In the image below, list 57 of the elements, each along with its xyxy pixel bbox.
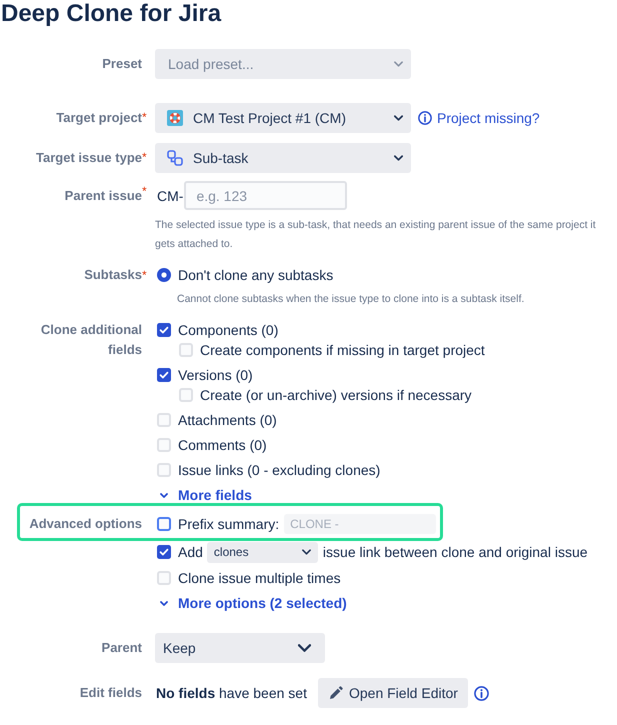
checkbox[interactable] xyxy=(157,323,171,337)
project-missing-link[interactable]: Project missing? xyxy=(437,110,540,126)
checkbox-label: Clone issue multiple times xyxy=(178,569,341,588)
checkbox[interactable] xyxy=(157,545,171,559)
checkbox-label: Create components if missing in target project xyxy=(200,341,485,360)
chevron-down-icon xyxy=(298,644,311,652)
checkbox-label: Attachments (0) xyxy=(178,411,277,430)
checkbox-label: Prefix summary: xyxy=(178,515,280,534)
issue-key-prefix: CM- xyxy=(157,188,184,204)
chevron-down-icon xyxy=(160,600,168,606)
required-mark: * xyxy=(142,267,148,284)
prefix-input[interactable]: CLONE - xyxy=(284,514,436,534)
checkbox-label: Versions (0) xyxy=(178,366,253,385)
chevron-down-icon xyxy=(160,492,168,498)
lifebuoy-icon xyxy=(167,110,183,126)
field-label: Parent xyxy=(102,639,142,657)
info-icon xyxy=(474,686,489,700)
field-label: Target issue type xyxy=(36,149,142,167)
help-text: The selected issue type is a sub-task, that needs an existing parent issue of the same project it gets attached to. xyxy=(155,218,597,252)
checkbox-label: Create (or un-archive) versions if necessary xyxy=(200,386,472,405)
field-label: Target project xyxy=(56,109,142,127)
field-label: Parent issue xyxy=(64,186,142,204)
more-options-link[interactable]: More options (2 selected) xyxy=(155,595,347,611)
field-label: Preset xyxy=(102,55,142,73)
chevron-down-icon xyxy=(302,549,311,555)
parent-select[interactable]: Keep xyxy=(155,633,325,663)
checkbox-label: Comments (0) xyxy=(178,436,267,455)
radio-button[interactable] xyxy=(157,268,171,282)
chevron-down-icon xyxy=(394,61,403,67)
issue-type-select[interactable]: Sub-task xyxy=(155,143,411,173)
status-text: No fields have been set xyxy=(156,685,307,701)
field-label: Advanced options xyxy=(29,515,142,533)
help-text: Cannot clone subtasks when the issue type to clone into is a subtask itself. xyxy=(176,292,524,307)
pencil-icon xyxy=(328,686,343,700)
more-fields-link[interactable]: More fields xyxy=(155,487,252,503)
checkbox[interactable] xyxy=(157,517,171,531)
checkbox-label: Issue links (0 - excluding clones) xyxy=(178,461,380,480)
checkbox[interactable] xyxy=(157,368,171,382)
info-icon xyxy=(418,111,432,125)
open-field-editor-button[interactable]: Open Field Editor xyxy=(318,678,468,708)
field-label: Edit fields xyxy=(80,684,142,702)
chevron-down-icon xyxy=(394,155,403,161)
chevron-down-icon xyxy=(394,115,403,121)
checkbox-label: Components (0) xyxy=(178,321,278,340)
project-select[interactable]: CM Test Project #1 (CM) xyxy=(155,103,411,133)
checkbox-label: issue link between clone and original issue xyxy=(322,544,588,560)
subtask-icon xyxy=(167,150,183,166)
field-label: Clone additional fields xyxy=(40,321,142,359)
radio-label: Don't clone any subtasks xyxy=(178,266,334,285)
parent-issue-input[interactable]: e.g. 123 xyxy=(184,181,348,210)
page-title: Deep Clone for Jira xyxy=(0,0,222,28)
field-label: Subtasks xyxy=(84,266,142,284)
checkbox-label: Add xyxy=(178,543,203,562)
required-mark: * xyxy=(142,109,148,126)
required-mark: * xyxy=(142,183,148,200)
required-mark: * xyxy=(142,149,148,166)
link-type-select[interactable]: clones xyxy=(206,542,318,562)
